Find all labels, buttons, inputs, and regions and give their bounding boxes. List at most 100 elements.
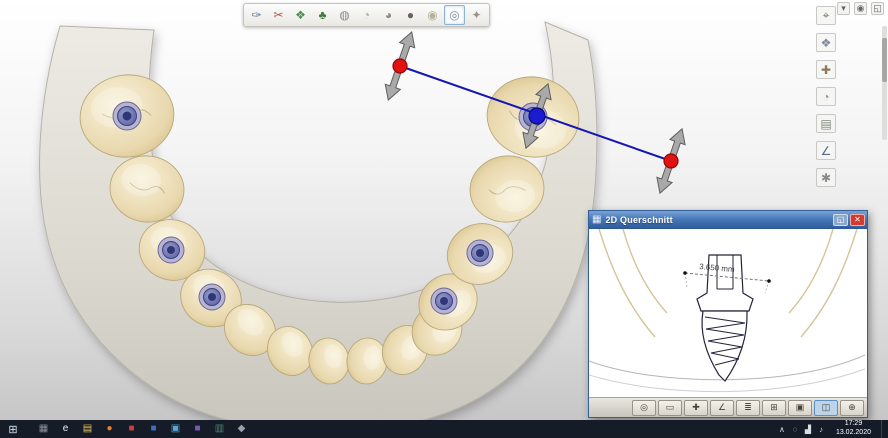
taskbar-app-green[interactable]: ▥ (212, 422, 227, 437)
taskbar-apps: ▦ e ▤ ● ■ ■ ▣ ■ ▥ ◆ (36, 422, 249, 437)
taskbar-clock[interactable]: 17:29 13.02.2020 (831, 420, 876, 438)
probe-tool-icon[interactable]: ✑ (246, 5, 267, 25)
tray-network-icon[interactable]: ▟ (803, 425, 813, 434)
close-window-button[interactable]: ✕ (850, 213, 865, 226)
cut-tool-icon[interactable]: ✂ (268, 5, 289, 25)
measurement-label: 3.650 mm (699, 262, 736, 274)
ruler-button[interactable]: ▭ (658, 399, 682, 416)
material-icon[interactable]: ▤ (816, 114, 836, 133)
taskbar-app-icon: e (62, 423, 69, 434)
start-button[interactable]: ⊞ (0, 420, 26, 438)
toolbar-icon-glyph: ❖ (295, 8, 306, 22)
angle-button[interactable]: ∠ (710, 399, 734, 416)
right-tool-panel: ⌖ ❖ ✚ ◔ ▤ ∠ ✱ (816, 6, 836, 187)
panel-icon-glyph: ◔ (822, 89, 830, 104)
tooth-library-icon[interactable]: ◔ (816, 87, 836, 106)
taskbar-app-gray[interactable]: ◆ (234, 422, 249, 437)
panel-icon-glyph: ⌖ (822, 8, 830, 22)
toolbar-icon-glyph: ✦ (471, 8, 482, 22)
window-toolbar-icon: ∠ (717, 402, 727, 412)
measure-handle-start[interactable] (392, 58, 408, 74)
toolbar-icon-glyph: ◕ (384, 8, 393, 22)
implant-planning-icon[interactable]: ❖ (290, 5, 311, 25)
corner-icon-glyph: ◉ (856, 3, 865, 13)
taskbar-app-browser[interactable]: e (58, 422, 73, 437)
mesh-tool-icon[interactable]: ❖ (816, 33, 836, 52)
window-buttons: ◱ ✕ (833, 213, 865, 226)
window-titlebar[interactable]: ▦ 2D Querschnitt ◱ ✕ (589, 211, 867, 228)
tooth-mesial-icon[interactable]: ◕ (378, 5, 399, 25)
cross-section-toolbar: ◎ ▭ ✚ ∠ ≣ ⊞ ▣ ◫ ⊕ (589, 397, 867, 417)
section-tool-button[interactable]: ◫ (814, 399, 838, 416)
taskbar-app-icon: ▤ (82, 423, 93, 434)
screw-tool-icon[interactable]: ✚ (816, 60, 836, 79)
cross-section-drawing: 3.650 mm (589, 229, 865, 393)
tooth-occlusal-icon[interactable]: ◔ (356, 5, 377, 25)
grip-tool-icon[interactable]: ⌖ (816, 6, 836, 25)
dental-cad-viewport: ✑ ✂ ❖ ♣ ◍ ◔ ◕ ● ◉ ◎ ✦ ⌖ ❖ ✚ ◔ ▤ ∠ ✱ ▾ ◉ … (0, 0, 888, 438)
implant-hole[interactable] (198, 283, 226, 311)
implant-hole[interactable] (112, 101, 142, 131)
window-toolbar-icon: ◎ (640, 402, 648, 412)
grid-button[interactable]: ⊞ (762, 399, 786, 416)
camera-button[interactable]: ⊕ (840, 399, 864, 416)
settings-icon[interactable]: ✱ (816, 168, 836, 187)
tray-volume-icon[interactable]: ♪ (816, 425, 826, 434)
taskbar-app-icon: ● (106, 423, 113, 434)
measure-icon[interactable]: ∠ (816, 141, 836, 160)
implant-hole[interactable] (157, 236, 185, 264)
taskbar-app-icon: ■ (194, 423, 201, 434)
window-icon: ▦ (592, 214, 602, 225)
panel-corner-controls: ▾ ◉ ◱ (837, 2, 884, 15)
cross-section-view[interactable]: 3.650 mm (589, 228, 867, 397)
windows-taskbar: ⊞ ▦ e ▤ ● ■ ■ ▣ ■ ▥ ◆ ∧ ◌ ▟ ♪ 17:29 13.0… (0, 420, 888, 438)
panel-icon-glyph: ✚ (820, 62, 832, 77)
layers-button[interactable]: ≣ (736, 399, 760, 416)
right-panel-scrollbar[interactable] (882, 26, 887, 140)
tray-cloud-icon[interactable]: ◌ (790, 425, 800, 434)
scrollbar-thumb[interactable] (882, 38, 887, 82)
cross-section-window: ▦ 2D Querschnitt ◱ ✕ 3.650 mm ◎ ▭ ✚ ∠ ≣ … (588, 210, 868, 418)
pin-panel-icon[interactable]: ◱ (871, 2, 884, 15)
clock-date: 13.02.2020 (835, 429, 871, 436)
smile-design-icon[interactable]: ✦ (466, 5, 487, 25)
zoom-button[interactable]: ◎ (632, 399, 656, 416)
clock-time: 17:29 (844, 420, 863, 428)
toolbar-icon-glyph: ◉ (427, 8, 438, 22)
system-tray: ∧ ◌ ▟ ♪ 17:29 13.02.2020 (777, 420, 888, 438)
taskbar-firefox-icon[interactable]: ● (102, 422, 117, 437)
window-toolbar-icon: ▣ (795, 402, 805, 412)
scan-data-icon[interactable]: ◍ (334, 5, 355, 25)
tray-icons: ∧ ◌ ▟ ♪ (777, 425, 826, 434)
tooth-selected-icon[interactable]: ◎ (444, 5, 465, 25)
window-toolbar-icon: ≣ (744, 402, 752, 412)
toolbar-icon-glyph: ◍ (339, 8, 350, 22)
pin-window-button[interactable]: ◱ (833, 213, 848, 226)
model-tree-icon[interactable]: ♣ (312, 5, 333, 25)
window-toolbar-icon: ✚ (692, 402, 700, 412)
implant-view-button[interactable]: ✚ (684, 399, 708, 416)
window-toolbar-icon: ⊞ (770, 402, 778, 412)
taskbar-app-icon: ■ (150, 423, 157, 434)
taskbar-app-blue[interactable]: ■ (146, 422, 161, 437)
toolbar-icon-glyph: ● (406, 8, 415, 22)
implant-hole[interactable] (430, 287, 458, 315)
taskbar-app-purple[interactable]: ■ (190, 422, 205, 437)
measure-handle-end[interactable] (663, 153, 679, 169)
show-desktop-button[interactable] (881, 420, 886, 438)
corner-icon-glyph: ▾ (841, 3, 846, 13)
taskbar-folder-icon[interactable]: ▤ (80, 422, 95, 437)
save-view-button[interactable]: ▣ (788, 399, 812, 416)
implant-center-handle[interactable] (528, 107, 546, 125)
taskbar-app-lightblue[interactable]: ▣ (168, 422, 183, 437)
taskbar-app-cad[interactable]: ▦ (36, 422, 51, 437)
jaw-3d-model[interactable] (0, 0, 660, 438)
tooth-buccal-icon[interactable]: ● (400, 5, 421, 25)
tray-chevron-icon[interactable]: ∧ (777, 425, 787, 434)
taskbar-app-red[interactable]: ■ (124, 422, 139, 437)
implant-hole[interactable] (466, 239, 494, 267)
taskbar-app-icon: ◆ (237, 423, 246, 434)
camera-view-icon[interactable]: ◉ (854, 2, 867, 15)
collapse-panel-icon[interactable]: ▾ (837, 2, 850, 15)
tooth-lingual-icon[interactable]: ◉ (422, 5, 443, 25)
